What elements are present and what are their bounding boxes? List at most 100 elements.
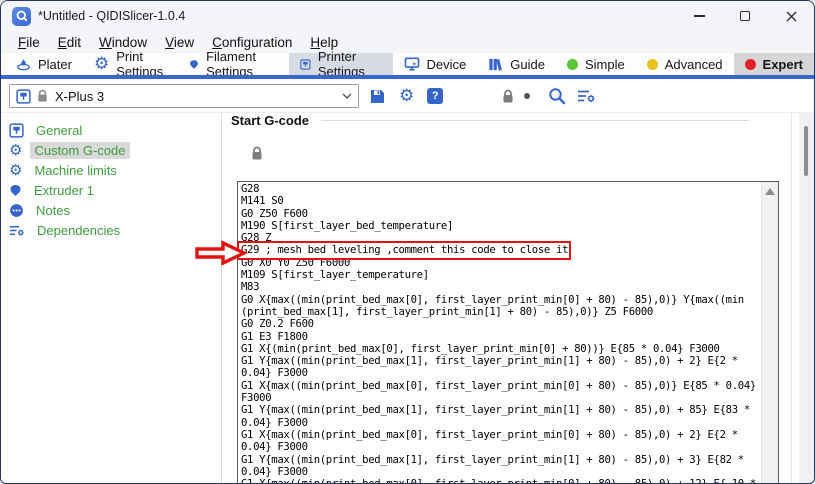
tab-label: Guide [510,57,545,72]
search-icon [548,87,566,105]
sidebar-item-machine-limits[interactable]: ⚙ Machine limits [1,160,221,180]
qidi-logo-icon [12,7,31,26]
minimize-button[interactable] [676,1,722,31]
device-icon [404,57,420,71]
tab-device[interactable]: Device [393,53,478,75]
tab-plater[interactable]: Plater [5,53,83,75]
search-button[interactable] [548,87,566,105]
preset-toolbar: X-Plus 3 ⚙ [1,79,814,113]
red-arrow-annotation [194,240,248,266]
printer-preset-combo[interactable]: X-Plus 3 [9,84,359,108]
gcode-line: 0.04} F3000 [241,466,761,478]
option-lock-button[interactable] [250,146,264,161]
extruder-pin-icon [9,183,22,198]
settings-sidebar: General ⚙ Custom G-code ⚙ Machine limits… [1,113,221,484]
sidebar-item-general[interactable]: General [1,120,221,140]
gcode-line: G1 Y{max((min(print_bed_max[1], first_la… [241,355,761,367]
minimize-icon [694,15,705,16]
notes-bubble-icon [9,203,24,218]
printer-icon [16,89,31,104]
mode-label: Simple [585,57,625,72]
gcode-line: G28 [241,183,761,195]
mode-advanced[interactable]: Advanced [636,53,734,75]
maximize-icon [740,11,750,21]
guide-icon [488,57,503,72]
tab-filament-settings[interactable]: Filament Settings [178,53,289,75]
menu-file[interactable]: File [9,33,49,52]
sidebar-item-notes[interactable]: Notes [1,200,221,220]
lock-icon [250,146,264,161]
sidebar-item-label: Dependencies [33,222,124,239]
gear-icon: ⚙ [399,88,414,105]
menu-edit[interactable]: Edit [49,33,90,52]
plater-icon [16,57,31,71]
sidebar-item-dependencies[interactable]: Dependencies [1,220,221,240]
sidebar-item-custom-gcode[interactable]: ⚙ Custom G-code [1,140,221,160]
scroll-up-icon[interactable] [765,188,775,195]
gear-icon: ⚙ [9,163,22,178]
page-scrollbar-thumb[interactable] [804,126,808,176]
mode-switcher: Simple Advanced Expert [556,53,814,75]
lock-icon [36,89,49,103]
mode-simple[interactable]: Simple [556,53,636,75]
gcode-text: G28M141 S0G0 Z50 F600M190 S[first_layer_… [241,183,761,484]
gcode-line: G1 Y{max((min(print_bed_max[1], first_la… [241,454,761,466]
gear-icon: ⚙ [9,143,22,158]
sidebar-item-label: Notes [32,202,74,219]
section-title-line [321,120,749,121]
tab-guide[interactable]: Guide [477,53,556,75]
gcode-line: F3000 [241,392,761,404]
textarea-scrollbar[interactable] [761,182,778,484]
gcode-line: G0 X{max((min(print_bed_max[0], first_la… [241,294,761,306]
gcode-line: M109 S[first_layer_temperature] [241,269,761,281]
chevron-down-icon [342,93,352,99]
sidebar-divider [221,113,222,484]
gcode-line: M190 S[first_layer_bed_temperature] [241,220,761,232]
gcode-line: G1 X{max((min(print_bed_max[0], first_la… [241,429,761,441]
search-settings-button[interactable] [577,88,596,104]
close-button[interactable] [768,1,814,31]
lock-icon [501,89,515,104]
search-settings-icon [577,88,596,104]
mode-label: Advanced [665,57,723,72]
tab-label: Device [427,57,467,72]
gcode-line: G1 X{(min(print_bed_max[0], first_layer_… [241,343,761,355]
help-button[interactable] [427,88,443,104]
window-title: *Untitled - QIDISlicer-1.0.4 [38,9,185,23]
start-gcode-textarea[interactable]: G28M141 S0G0 Z50 F600M190 S[first_layer_… [237,181,779,484]
tab-print-settings[interactable]: ⚙ Print Settings [83,53,178,75]
gear-icon: ⚙ [94,56,109,73]
expert-dot-icon [745,59,756,70]
sidebar-item-label: Extruder 1 [30,182,98,199]
preset-settings-button[interactable]: ⚙ [399,88,414,105]
tab-printer-settings[interactable]: Printer Settings [289,53,392,75]
page-scrollbar[interactable] [799,113,814,484]
app-window: *Untitled - QIDISlicer-1.0.4 File Edit W… [0,0,815,484]
sidebar-item-label: Custom G-code [30,142,129,159]
printer-icon [9,123,24,138]
save-preset-button[interactable] [369,88,386,105]
printer-icon [300,57,311,72]
maximize-button[interactable] [722,1,768,31]
gcode-line: G1 X{max((min(print_bed_max[0], first_la… [241,478,761,484]
window-controls [676,1,814,31]
gcode-line: 0.04} F3000 [241,417,761,429]
mode-expert[interactable]: Expert [734,53,814,75]
mode-label: Expert [763,57,803,72]
gcode-line: G0 Z0.2 F600 [241,318,761,330]
gcode-line: M83 [241,281,761,293]
filament-icon [189,57,199,72]
simple-dot-icon [567,59,578,70]
preset-value: X-Plus 3 [55,89,104,104]
panel-scroll-edge [791,113,792,484]
lock-toggle[interactable] [501,89,515,104]
sidebar-item-label: Machine limits [30,162,120,179]
dot-indicator-icon [524,93,530,99]
gcode-line: G1 E3 F1800 [241,331,761,343]
gcode-line: (print_bed_max[1], first_layer_print_min… [241,306,761,318]
sidebar-item-extruder-1[interactable]: Extruder 1 [1,180,221,200]
section-title: Start G-code [231,113,309,128]
tab-bar: Plater ⚙ Print Settings Filament Setting… [1,53,814,79]
tab-label: Plater [38,57,72,72]
gcode-line: M141 S0 [241,195,761,207]
